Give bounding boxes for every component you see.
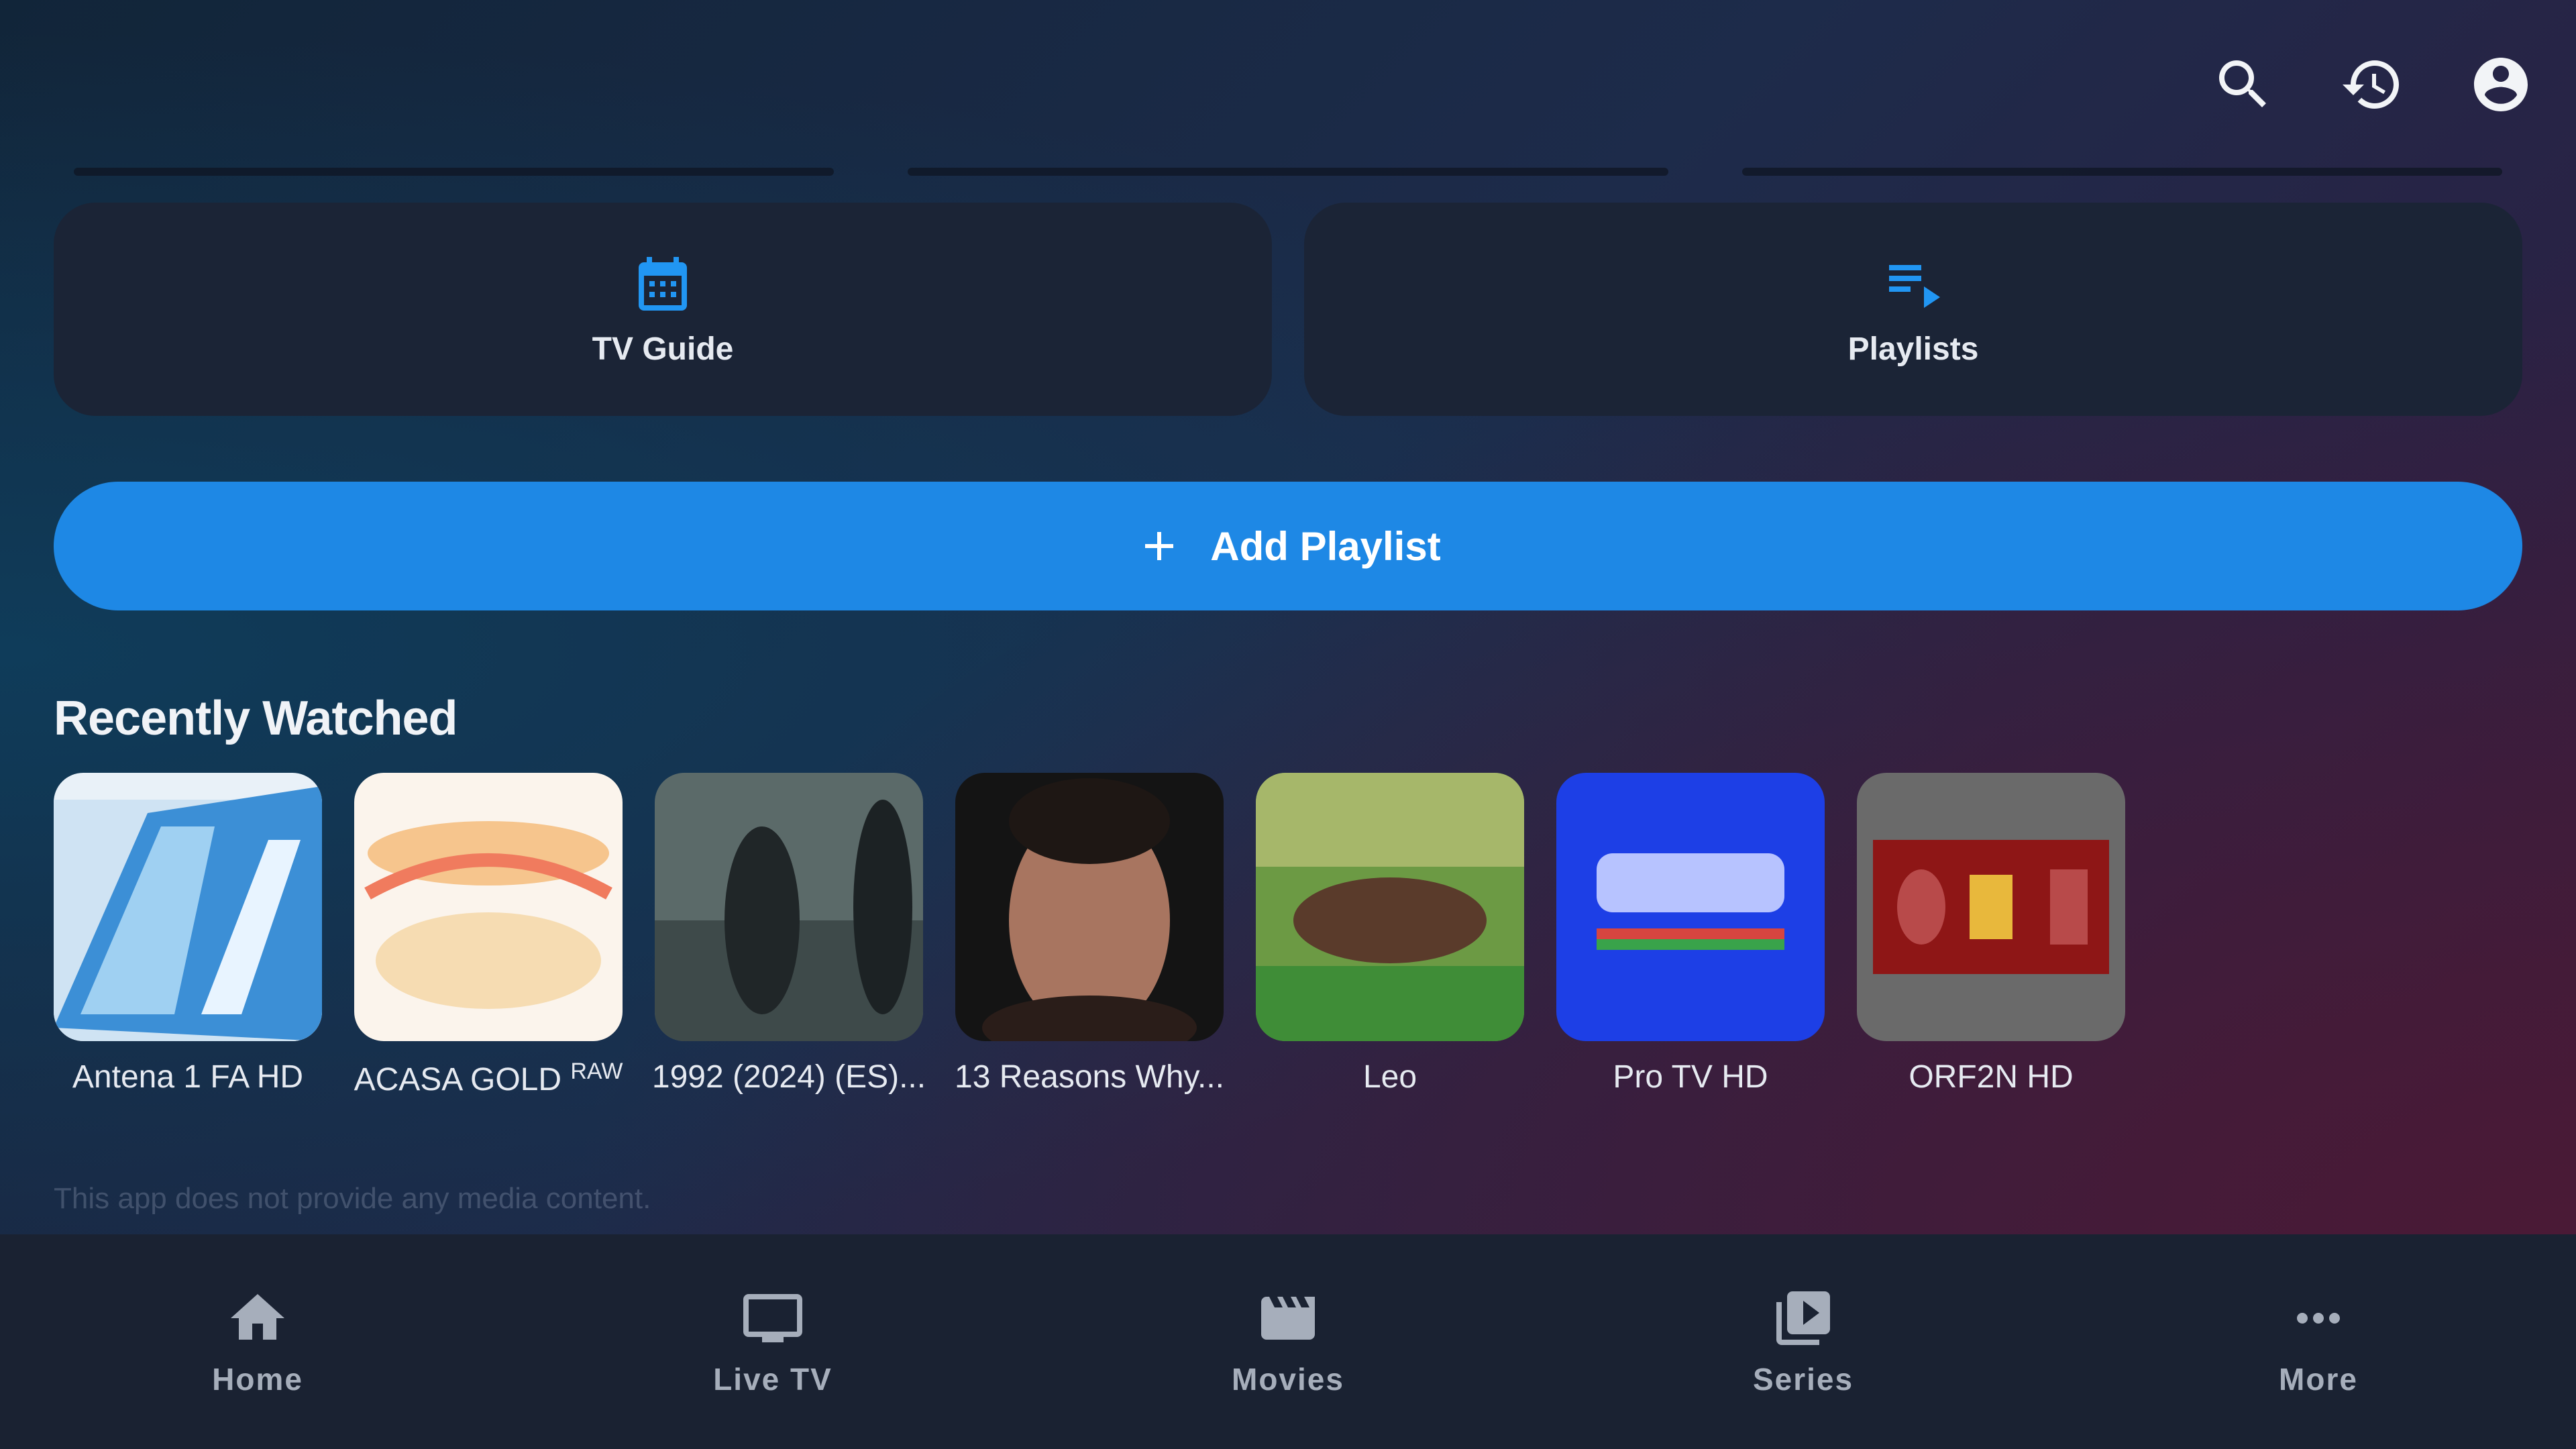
nav-home-label: Home <box>212 1362 303 1397</box>
account-button[interactable] <box>2469 52 2533 117</box>
recent-thumbnail <box>354 773 623 1041</box>
recent-item-label: ACASA GOLD RAW <box>354 1059 623 1097</box>
recent-thumbnail <box>655 773 923 1041</box>
nav-series-label: Series <box>1752 1362 1854 1397</box>
more-icon <box>2297 1313 2340 1324</box>
playlists-label: Playlists <box>1847 331 1979 367</box>
recent-item[interactable]: Antena 1 FA HD <box>54 773 322 1095</box>
search-icon <box>2219 60 2266 107</box>
plus-icon <box>1145 532 1174 560</box>
recent-thumbnail <box>54 773 322 1041</box>
history-icon <box>2343 60 2399 109</box>
recent-item-label: Leo <box>1362 1059 1417 1095</box>
nav-movies-label: Movies <box>1232 1362 1344 1397</box>
disclaimer-text: This app does not provide any media cont… <box>54 1182 651 1215</box>
nav-live-tv[interactable]: Live TV <box>515 1234 1030 1449</box>
search-button[interactable] <box>2211 52 2275 117</box>
nav-movies[interactable]: Movies <box>1030 1234 1546 1449</box>
nav-series[interactable]: Series <box>1546 1234 2061 1449</box>
tv-guide-label: TV Guide <box>592 331 734 367</box>
recent-item-label: ORF2N HD <box>1909 1059 2074 1095</box>
recent-thumbnail <box>955 773 1224 1041</box>
recent-item-label: 13 Reasons Why... <box>955 1059 1224 1095</box>
nav-more-label: More <box>2279 1362 2358 1397</box>
nav-home[interactable]: Home <box>0 1234 515 1449</box>
recent-item[interactable]: 13 Reasons Why... <box>955 773 1224 1095</box>
recent-item-label: Pro TV HD <box>1613 1059 1768 1095</box>
recent-thumbnail <box>1256 773 1524 1041</box>
recently-watched-title: Recently Watched <box>54 692 458 745</box>
tv-guide-card[interactable]: TV Guide <box>54 203 1272 416</box>
playlist-icon <box>1889 264 1940 308</box>
playlists-card[interactable]: Playlists <box>1304 203 2522 416</box>
nav-live-tv-label: Live TV <box>713 1362 833 1397</box>
history-button[interactable] <box>2340 52 2404 117</box>
home-icon <box>231 1294 284 1340</box>
scrolled-row-edge <box>74 168 2502 176</box>
recent-item-label: Antena 1 FA HD <box>72 1059 304 1095</box>
recent-item-label: 1992 (2024) (ES)... <box>651 1059 926 1095</box>
recent-item[interactable]: ORF2N HD <box>1857 773 2125 1095</box>
add-playlist-button[interactable]: Add Playlist <box>54 482 2522 610</box>
tv-icon <box>743 1294 802 1342</box>
add-playlist-label: Add Playlist <box>1210 523 1441 569</box>
recent-thumbnail <box>1857 773 2125 1041</box>
calendar-icon <box>639 256 687 311</box>
account-icon <box>2474 58 2528 111</box>
bottom-navigation: Home Live TV Movies Series More <box>0 1234 2576 1449</box>
recent-item[interactable]: ACASA GOLD RAW <box>354 773 623 1098</box>
series-icon <box>1776 1291 1830 1345</box>
nav-more[interactable]: More <box>2061 1234 2576 1449</box>
movie-icon <box>1261 1297 1315 1340</box>
recent-item[interactable]: 1992 (2024) (ES)... <box>651 773 926 1095</box>
recent-item[interactable]: Pro TV HD <box>1556 773 1825 1095</box>
recent-thumbnail <box>1556 773 1825 1041</box>
recent-item[interactable]: Leo <box>1256 773 1524 1095</box>
